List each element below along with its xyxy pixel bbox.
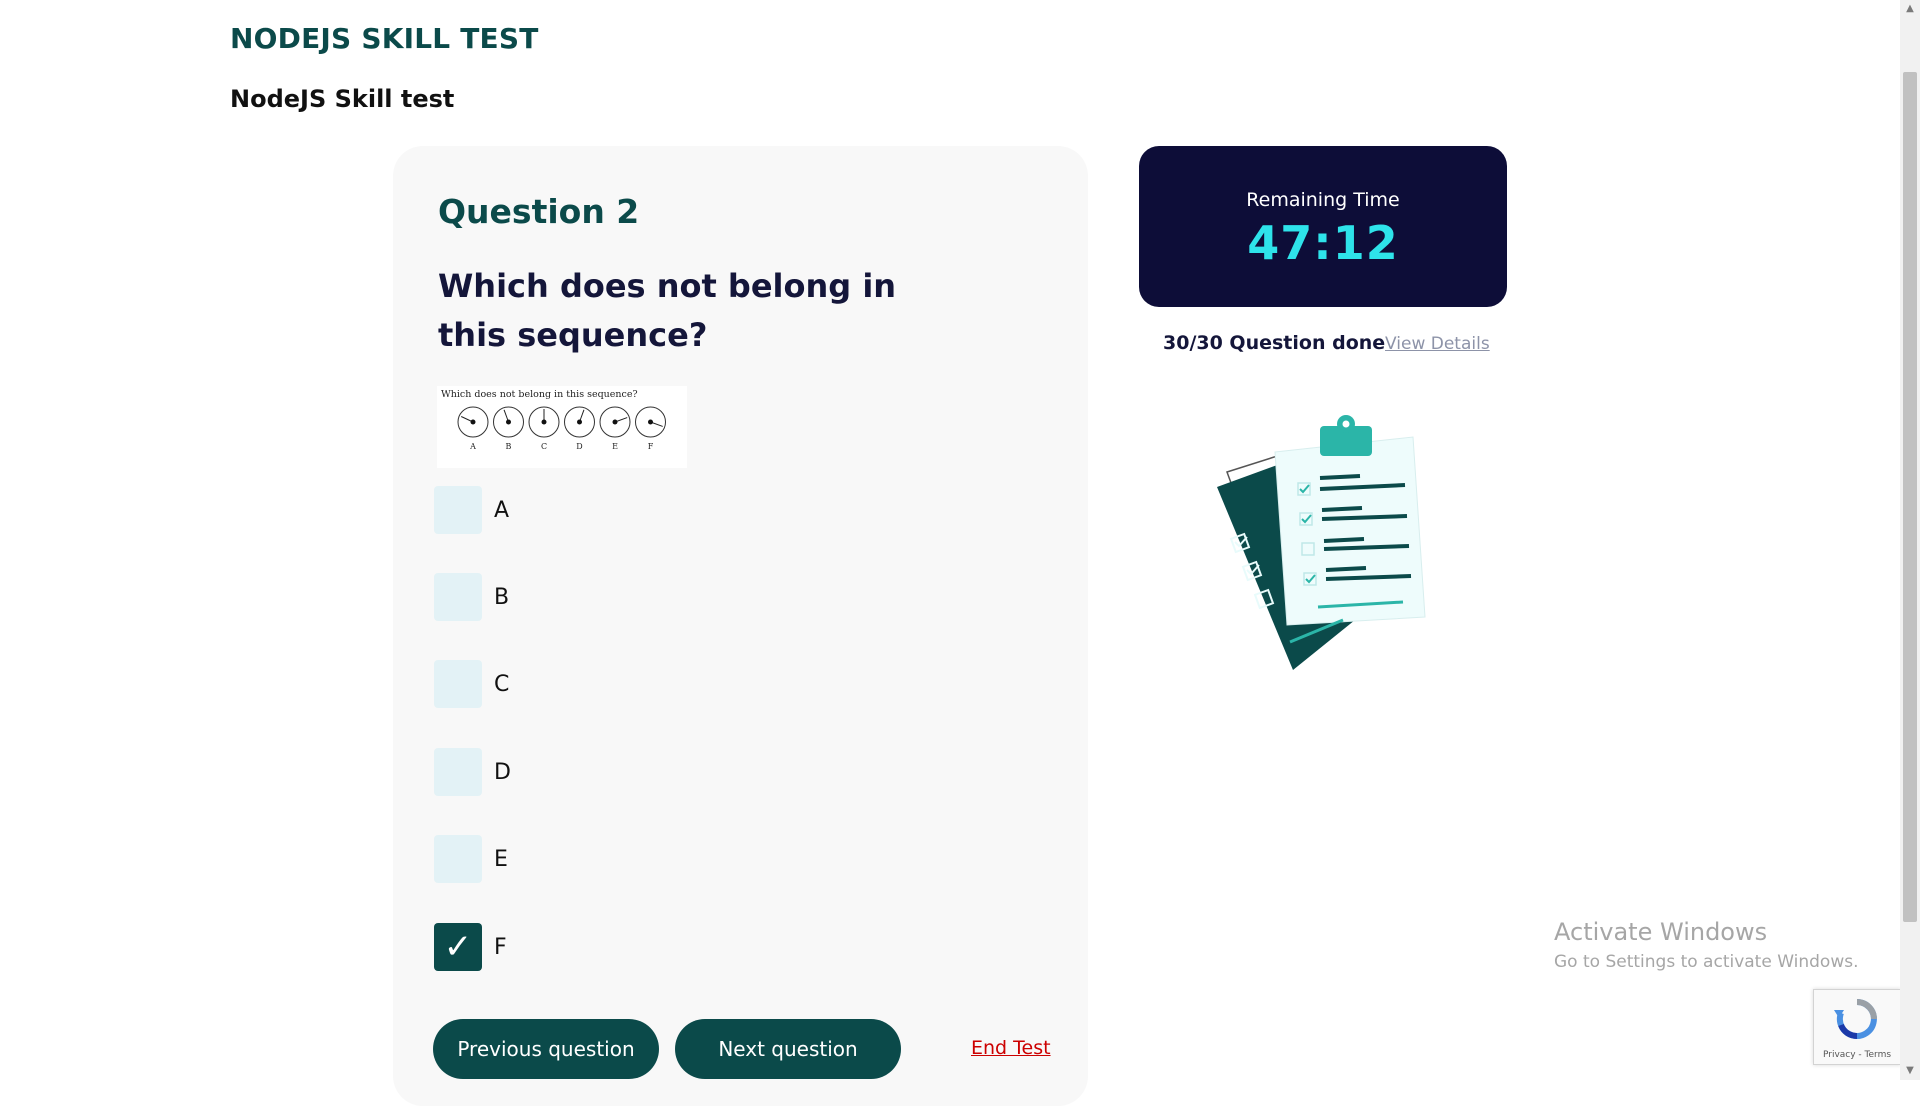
next-question-button[interactable]: Next question [675,1019,901,1079]
dial-center-dot [612,419,618,425]
timer-label: Remaining Time [1246,189,1400,211]
option-e[interactable]: E [434,834,674,884]
option-label: E [494,846,508,872]
recaptcha-badge[interactable]: Privacy - Terms [1813,989,1901,1065]
timer-panel: Remaining Time 47:12 [1139,146,1507,307]
end-test-link[interactable]: End Test [971,1037,1051,1059]
dial-label: B [506,442,512,451]
dial-label: E [612,442,618,451]
windows-activation-watermark: Activate Windows Go to Settings to activ… [1554,918,1859,972]
activation-subtitle: Go to Settings to activate Windows. [1554,952,1859,972]
question-text: Which does not belong in this sequence? [438,267,897,354]
option-checkbox[interactable] [434,835,482,883]
option-checkbox[interactable] [434,660,482,708]
dial-label: F [648,442,654,451]
dial-label: A [469,442,476,451]
option-label: D [494,759,511,785]
recaptcha-icon [1834,999,1877,1040]
progress-text: 30/30 Question done [1163,332,1386,354]
recaptcha-text[interactable]: Privacy - Terms [1814,1050,1900,1060]
checkmark-icon: ✓ [443,927,473,967]
question-number: Question 2 [438,192,640,231]
dial-center-dot [577,419,582,425]
option-checkbox[interactable] [434,573,482,621]
dial-label: C [541,442,547,451]
clipboard-illustration-icon [1217,415,1426,670]
dial-center-dot [648,419,653,425]
option-label: A [494,497,510,523]
option-f[interactable]: ✓ F [434,922,674,972]
dial-center-dot [470,419,476,425]
option-a[interactable]: A [434,485,674,535]
option-label: F [494,934,507,960]
scroll-down-icon[interactable]: ▼ [1903,1064,1917,1078]
scroll-up-icon[interactable]: ▲ [1903,2,1917,16]
dial-label: D [576,442,582,451]
option-label: C [494,671,510,697]
timer-value: 47:12 [1247,216,1399,270]
question-image: Which does not belong in this sequence? … [437,386,687,468]
option-d[interactable]: D [434,747,674,797]
option-checkbox[interactable] [434,486,482,534]
option-label: B [494,584,510,610]
option-checkbox-checked[interactable]: ✓ [434,923,482,971]
option-b[interactable]: B [434,572,674,622]
activation-title: Activate Windows [1554,918,1768,946]
dial-center-dot [506,419,511,425]
previous-question-button[interactable]: Previous question [433,1019,659,1079]
sequence-diagram: A B C D E F [457,406,666,451]
page-subtitle: NodeJS Skill test [230,85,455,113]
dial-center-dot [541,419,547,425]
option-c[interactable]: C [434,659,674,709]
view-details-link[interactable]: View Details [1385,334,1490,354]
scrollbar-thumb[interactable] [1903,72,1917,922]
page-title: NODEJS SKILL TEST [230,22,539,55]
option-checkbox[interactable] [434,748,482,796]
